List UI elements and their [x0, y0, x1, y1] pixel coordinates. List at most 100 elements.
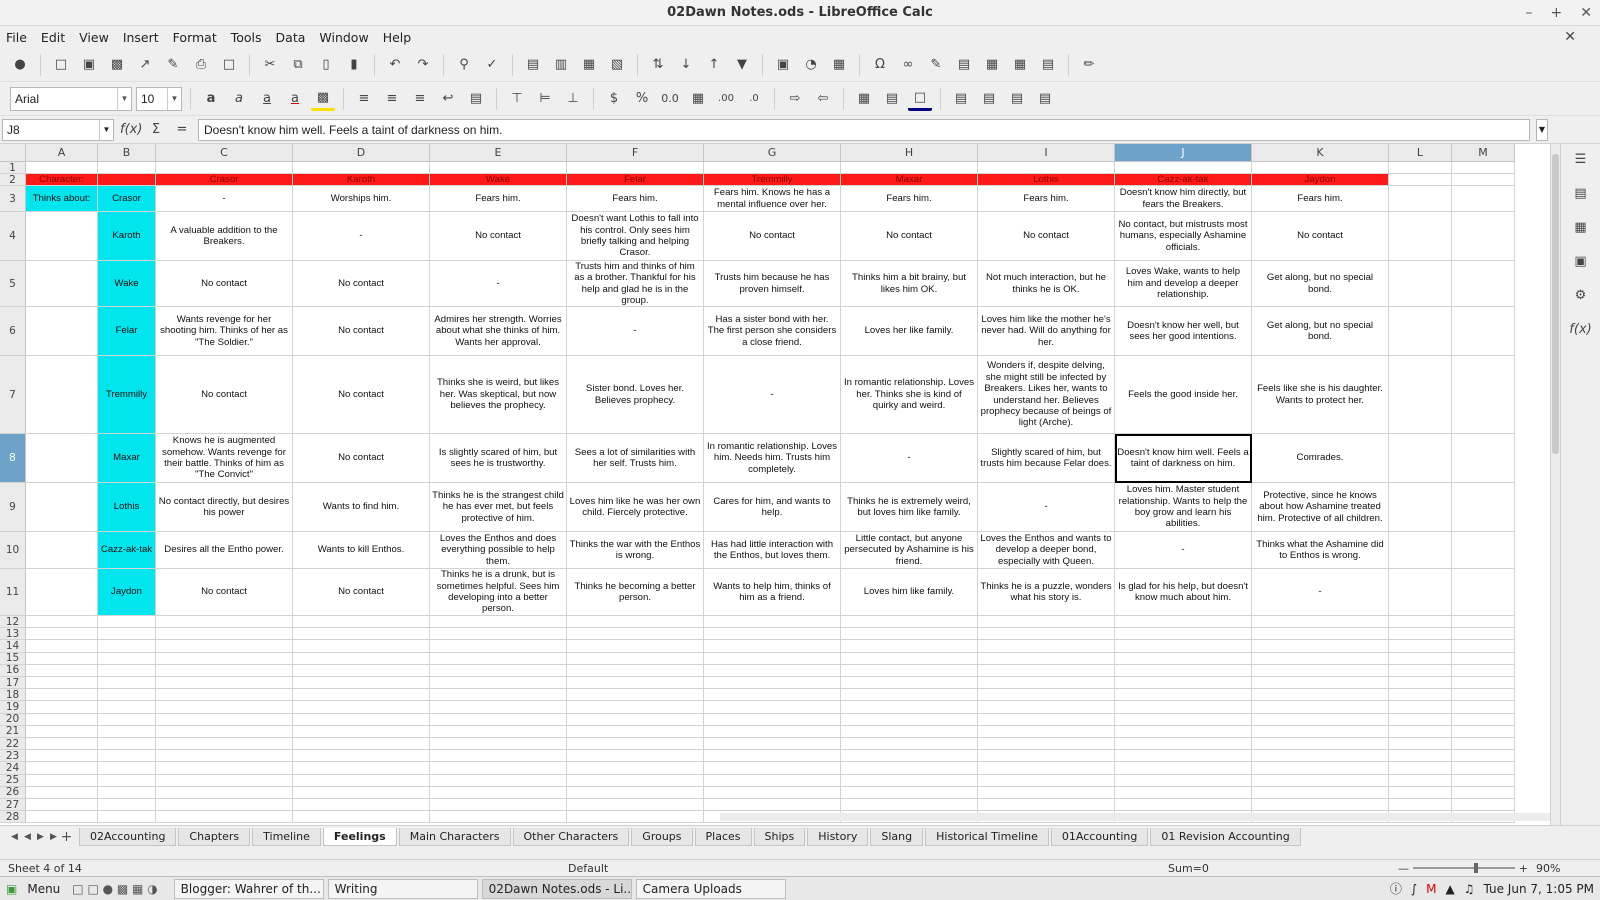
- cell[interactable]: [1115, 762, 1252, 775]
- function-wizard-icon[interactable]: f(x): [120, 122, 142, 137]
- redo-icon[interactable]: ↷: [411, 53, 435, 77]
- cell[interactable]: [98, 677, 156, 690]
- cell[interactable]: [156, 725, 293, 738]
- row-header-13[interactable]: 13: [0, 628, 26, 641]
- cell[interactable]: [1452, 307, 1515, 356]
- cell[interactable]: [1452, 628, 1515, 641]
- header-cell[interactable]: Wake: [430, 174, 567, 186]
- cell[interactable]: [978, 799, 1115, 812]
- cell[interactable]: [1115, 689, 1252, 702]
- feeling-cell[interactable]: -: [293, 212, 430, 261]
- cell[interactable]: [26, 569, 98, 616]
- feeling-cell[interactable]: Feels like she is his daughter. Wants to…: [1252, 356, 1389, 434]
- align-right-icon[interactable]: ≡: [408, 87, 432, 111]
- thinks-about-label[interactable]: Thinks about:: [26, 186, 98, 212]
- cell[interactable]: [1452, 569, 1515, 616]
- character-name-cell[interactable]: Wake: [98, 261, 156, 307]
- column-header-e[interactable]: E: [430, 144, 567, 162]
- cell[interactable]: [156, 786, 293, 799]
- cell[interactable]: [567, 750, 704, 763]
- cell[interactable]: [293, 628, 430, 641]
- cell[interactable]: [1252, 799, 1389, 812]
- cell[interactable]: [156, 750, 293, 763]
- formula-icon[interactable]: =: [172, 122, 192, 137]
- cell[interactable]: [567, 677, 704, 690]
- cell[interactable]: [293, 616, 430, 629]
- cell[interactable]: [1115, 738, 1252, 751]
- character-name-cell[interactable]: Cazz-ak-tak: [98, 532, 156, 569]
- feeling-cell[interactable]: Not much interaction, but he thinks he i…: [978, 261, 1115, 307]
- zoom-level[interactable]: 90%: [1536, 862, 1560, 875]
- feeling-cell[interactable]: Loves Wake, wants to help him and develo…: [1115, 261, 1252, 307]
- properties-icon[interactable]: ▤: [1570, 182, 1592, 204]
- cell[interactable]: [156, 616, 293, 629]
- feeling-cell[interactable]: No contact: [978, 212, 1115, 261]
- split-window-icon[interactable]: ▤: [1036, 53, 1060, 77]
- feeling-cell[interactable]: Fears him.: [978, 186, 1115, 212]
- increase-indent-icon[interactable]: ⇨: [783, 87, 807, 111]
- row-header-9[interactable]: 9: [0, 483, 26, 532]
- insert-rows-icon[interactable]: ▦: [577, 53, 601, 77]
- last-sheet-icon[interactable]: ▶: [47, 832, 60, 842]
- cut-icon[interactable]: ✂: [258, 53, 282, 77]
- feeling-cell[interactable]: Sees a lot of similarities with her self…: [567, 434, 704, 483]
- navigator-icon[interactable]: ⚙: [1570, 284, 1592, 306]
- cell[interactable]: [156, 799, 293, 812]
- cell[interactable]: [430, 689, 567, 702]
- header-cell[interactable]: Cazz-ak-tak: [1115, 174, 1252, 186]
- cell[interactable]: [26, 713, 98, 726]
- cell[interactable]: [1389, 677, 1452, 690]
- close-window-button[interactable]: ✕: [1580, 0, 1592, 26]
- cell[interactable]: [98, 799, 156, 812]
- cell[interactable]: [293, 701, 430, 714]
- cell[interactable]: [430, 762, 567, 775]
- header-cell[interactable]: Jaydon: [1252, 174, 1389, 186]
- taskbar-item-camera-uploads[interactable]: Camera Uploads: [635, 878, 786, 899]
- cell[interactable]: [567, 652, 704, 665]
- feeling-cell[interactable]: Trusts him because he has proven himself…: [704, 261, 841, 307]
- cell[interactable]: [704, 652, 841, 665]
- cell[interactable]: [1389, 162, 1452, 174]
- cell[interactable]: [567, 762, 704, 775]
- cell[interactable]: [1115, 628, 1252, 641]
- cell[interactable]: [1452, 616, 1515, 629]
- row-header-3[interactable]: 3: [0, 186, 26, 212]
- italic-icon[interactable]: a: [227, 87, 251, 111]
- feeling-cell[interactable]: Admires her strength. Worries about what…: [430, 307, 567, 356]
- cell[interactable]: [26, 786, 98, 799]
- cell[interactable]: [1252, 689, 1389, 702]
- cell[interactable]: [704, 725, 841, 738]
- cell[interactable]: [567, 689, 704, 702]
- cell[interactable]: [293, 774, 430, 787]
- cell[interactable]: [1115, 652, 1252, 665]
- cell[interactable]: [1115, 616, 1252, 629]
- menu-help[interactable]: Help: [383, 30, 412, 45]
- cell[interactable]: [567, 786, 704, 799]
- cell[interactable]: [98, 162, 156, 174]
- cell[interactable]: [1252, 664, 1389, 677]
- cell[interactable]: [26, 356, 98, 434]
- cell[interactable]: [1115, 677, 1252, 690]
- date-format-icon[interactable]: ▦: [686, 87, 710, 111]
- cell[interactable]: [1252, 652, 1389, 665]
- cell[interactable]: [26, 652, 98, 665]
- cell[interactable]: [156, 762, 293, 775]
- cell[interactable]: [1452, 750, 1515, 763]
- row-header-24[interactable]: 24: [0, 762, 26, 775]
- cell[interactable]: [293, 750, 430, 763]
- feeling-cell[interactable]: Thinks the war with the Enthos is wrong.: [567, 532, 704, 569]
- feeling-cell[interactable]: Loves the Enthos and wants to develop a …: [978, 532, 1115, 569]
- cell[interactable]: [567, 799, 704, 812]
- special-character-icon[interactable]: Ω: [868, 53, 892, 77]
- launcher-icons[interactable]: □ □ ● ▩ ▦ ◑: [72, 882, 157, 896]
- cell[interactable]: [26, 532, 98, 569]
- cell[interactable]: [704, 689, 841, 702]
- cell[interactable]: [293, 162, 430, 174]
- feeling-cell[interactable]: Cares for him, and wants to help.: [704, 483, 841, 532]
- feeling-cell[interactable]: No contact: [293, 307, 430, 356]
- cell[interactable]: [978, 664, 1115, 677]
- cell[interactable]: [704, 677, 841, 690]
- cell[interactable]: [156, 628, 293, 641]
- align-middle-icon[interactable]: ⊨: [533, 87, 557, 111]
- cell[interactable]: [841, 162, 978, 174]
